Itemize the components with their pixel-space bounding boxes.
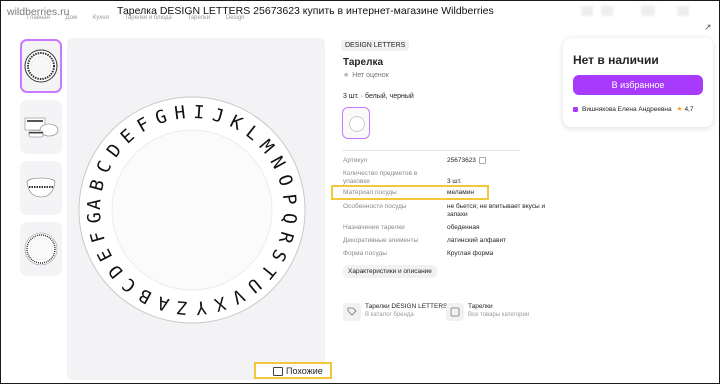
highlight-box [331,185,489,200]
article-number: 25673623 [447,157,476,165]
category-icon [446,303,464,321]
dish-thumb-icon [24,232,58,266]
link-title: Тарелки [468,303,493,310]
spec-value: Круглая форма [447,250,494,257]
spec-key: Назначение тарелки [343,224,405,231]
divider [342,150,520,151]
thumbnail-set[interactable] [20,100,62,154]
breadcrumb-item[interactable]: Кухня [93,15,109,21]
breadcrumb-item[interactable]: Тарелки и блюда [125,15,172,21]
bowl-thumb-icon [26,177,56,198]
star-icon: ★ [676,106,683,113]
characteristics-button[interactable]: Характеристики и описание [343,265,437,278]
breadcrumb-item[interactable]: Design [226,15,245,21]
spec-key: Декоративные элементы [343,237,419,244]
blurred-icon [581,6,593,16]
similar-button[interactable]: Похожие [254,362,332,379]
spec-value: не бьется; не впитывает вкусы и запахи [447,203,546,218]
tableware-set-icon [24,117,59,138]
spec-key: Особенности посуды [343,203,407,210]
spec-key: Артикул [343,157,368,164]
star-icon: ★ [343,72,350,79]
link-title: Тарелки DESIGN LETTERS [365,303,448,310]
spec-value: обеденная [447,224,480,231]
seller-icon [573,106,578,112]
brand-catalog-link[interactable]: Тарелки DESIGN LETTERS В каталог бренда [343,303,453,323]
seller-info[interactable]: Вишнякова Елена Андреевна ★ 4,7 [573,105,693,113]
blurred-icon [601,6,613,16]
spec-value: латинский алфавит [447,237,507,244]
spec-key: Количество предметов в упаковке [343,170,418,185]
link-subtitle: В каталог бренда [365,312,414,318]
blurred-icon [641,6,655,16]
product-title: Тарелка [343,57,384,68]
thumbnail-bowl[interactable] [20,161,62,215]
thumbnail-plate[interactable] [20,39,62,93]
blurred-icon [677,6,689,16]
similar-label: Похожие [286,366,323,376]
spec-value[interactable]: 25673623 [447,157,486,165]
rating[interactable]: ★ Нет оценок [343,71,389,79]
breadcrumb: Главная Дом Кухня Тарелки и блюда Тарелк… [27,15,258,21]
plate-image: ABCDEFGHIJKLMNOPQRSTUVXYZABCDEFG [78,96,306,324]
breadcrumb-item[interactable]: Дом [66,15,78,21]
brand-tag[interactable]: DESIGN LETTERS [341,40,410,51]
similar-icon [273,367,283,376]
add-to-favorites-button[interactable]: В избранное [573,75,703,95]
link-subtitle: Все товары категории [468,312,530,318]
variant-label: 3 шт. · белый, черный [343,93,414,100]
purchase-card: Нет в наличии В избранное Вишнякова Елен… [563,38,713,127]
seller-rating: 4,7 [684,106,694,113]
stock-status: Нет в наличии [573,53,659,67]
rating-text: Нет оценок [352,72,389,79]
tag-icon [343,303,361,321]
thumbnail-dish[interactable] [20,222,62,276]
copy-icon[interactable] [478,157,486,164]
seller-name: Вишнякова Елена Андреевна [582,106,672,113]
plate-thumb-icon [24,49,58,83]
swatch-plate-icon [349,116,365,132]
breadcrumb-item[interactable]: Тарелки [187,15,210,21]
color-swatch[interactable] [342,107,370,139]
share-icon[interactable]: ↗ [704,22,712,33]
breadcrumb-item[interactable]: Главная [27,15,50,21]
spec-key: Форма посуды [343,250,387,257]
category-link[interactable]: Тарелки Все товары категории [446,303,536,323]
